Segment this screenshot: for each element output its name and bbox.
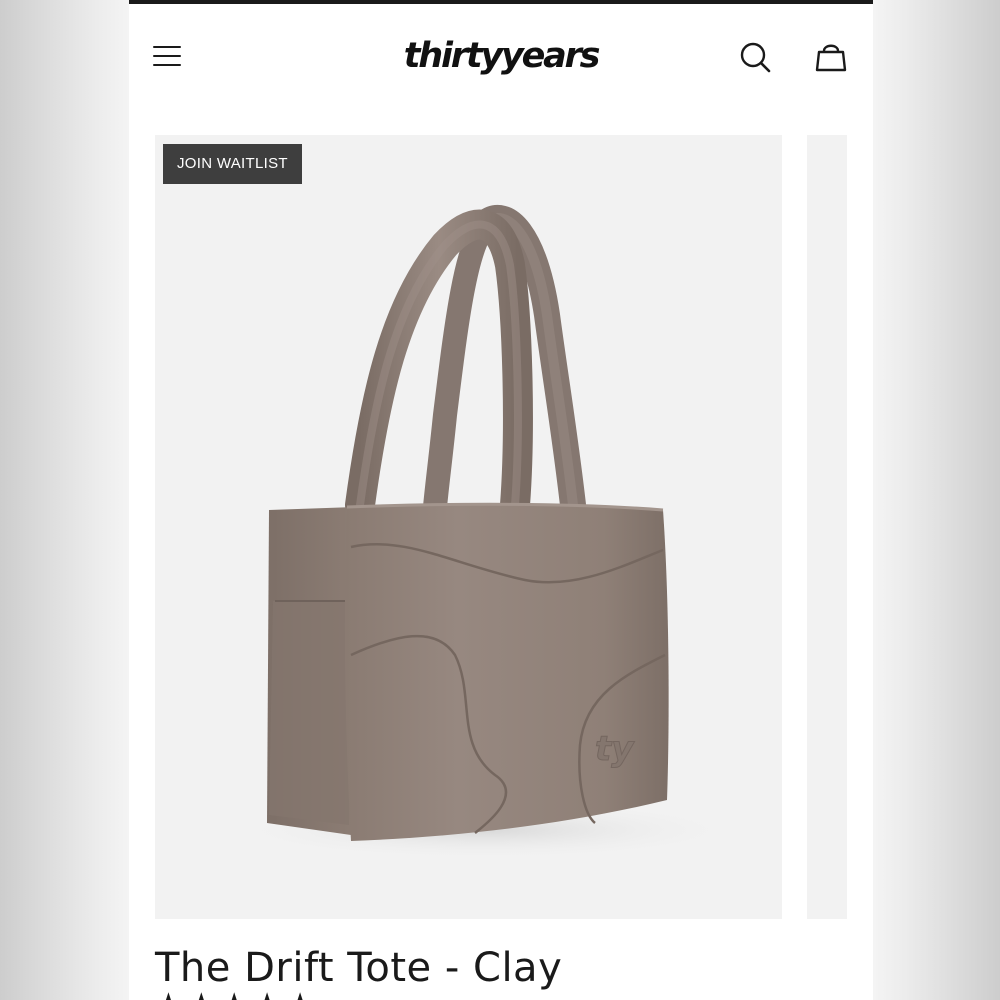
search-icon[interactable]	[735, 38, 775, 78]
join-waitlist-badge[interactable]: JOIN WAITLIST	[163, 144, 302, 184]
svg-text:ty: ty	[595, 729, 635, 769]
tote-bag-image: ty	[225, 205, 745, 860]
background-right	[873, 0, 1000, 1000]
brand-logo[interactable]: thirtyyears	[387, 32, 615, 80]
product-image-gallery[interactable]: ty JOIN WAITLIST	[155, 135, 873, 919]
gallery-slide-main[interactable]: ty JOIN WAITLIST	[155, 135, 782, 919]
product-rating-stars[interactable]: ★★★★★	[155, 990, 319, 1000]
background-left	[0, 0, 129, 1000]
shopping-bag-icon[interactable]	[811, 36, 851, 78]
site-header: thirtyyears	[129, 4, 873, 108]
mobile-page: thirtyyears ty JOIN WAITLIST The Drift T…	[129, 0, 873, 1000]
hamburger-menu-icon[interactable]	[149, 38, 185, 74]
gallery-slide-next-peek[interactable]	[807, 135, 847, 919]
